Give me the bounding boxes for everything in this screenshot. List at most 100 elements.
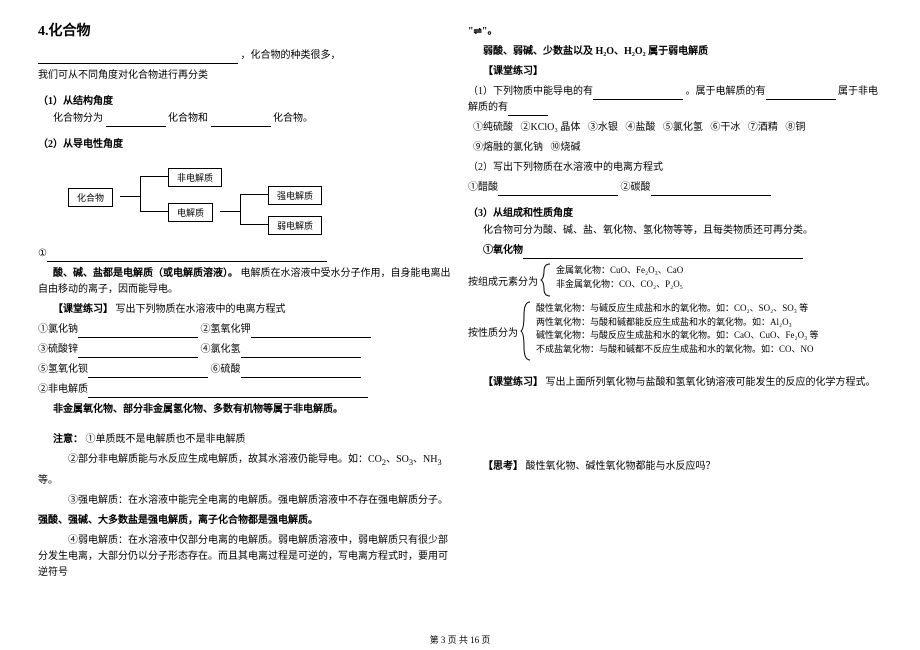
composition-classification: 按组成元素分为 金属氧化物：CuO、Fe₂O₃、CaO 非金属氧化物：CO、CO… xyxy=(468,263,882,297)
section-title: 4.化合物 xyxy=(38,20,452,40)
opt: ⑤氯化氢 xyxy=(663,122,703,133)
property-classification: 按性质分为 酸性氧化物：与碱反应生成盐和水的氧化物。如：CO₂、SO₂、SO₃ … xyxy=(468,301,882,361)
note-3b: 强酸、强碱、大多数盐是强电解质，离子化合物都是强电解质。 xyxy=(38,513,452,529)
ex-row-1: ①氯化钠 ②氢氧化钾 xyxy=(38,322,452,338)
comp-content: 金属氧化物：CuO、Fe₂O₃、CaO 非金属氧化物：CO、CO₂、P₂O₅ xyxy=(552,263,683,297)
connector xyxy=(240,194,268,195)
box-elec: 电解质 xyxy=(168,203,213,222)
connector xyxy=(120,196,140,197)
exercise-3: 【课堂练习】 写出上面所列氧化物与盐酸和氢氧化钠溶液可能发生的反应的化学方程式。 xyxy=(468,375,882,391)
blank xyxy=(88,366,208,378)
txt: （1）下列物质中能导电的有 xyxy=(468,86,593,97)
item: ①氯化钠 xyxy=(38,324,78,335)
ex-text: 写出上面所列氧化物与盐酸和氢氧化钠溶液可能发生的反应的化学方程式。 xyxy=(546,377,876,388)
intro-line: ，化合物的种类很多， xyxy=(38,48,452,64)
sub-heading-2: （2）从导电性角度 xyxy=(38,135,452,150)
item: ⑥硫酸 xyxy=(211,364,241,375)
note-2: ②部分非电解质能与水反应生成电解质，故其水溶液仍能导电。如：CO2、SO3、NH… xyxy=(38,452,452,469)
txt: 化合物和 xyxy=(168,113,208,124)
ex-label: 【课堂练习】 xyxy=(53,304,113,315)
compound-diagram: 化合物 非电解质 电解质 强电解质 弱电解质 xyxy=(68,158,452,238)
exercise-2-heading: 【课堂练习】 xyxy=(468,64,882,80)
ex-row-4: ②非电解质 xyxy=(38,382,452,398)
ex2-q2: （2）写出下列物质在水溶液中的电离方程式 xyxy=(468,160,882,176)
ex-row-2: ③硫酸锌 ④氯化氢 xyxy=(38,342,452,358)
connector xyxy=(240,224,268,225)
box-compound: 化合物 xyxy=(68,188,113,207)
sub-heading-1: （1）从结构角度 xyxy=(38,92,452,107)
note-label: 注意： xyxy=(53,434,83,445)
txt: ③强电解质：在水溶液中能完全电离的电解质。强电解质溶液中不存在强电解质分子。 xyxy=(68,495,448,506)
right-column: "⇌"。 弱酸、弱碱、少数盐以及 H₂O、H₂O₂ 属于弱电解质 【课堂练习】 … xyxy=(460,20,890,640)
prop-item: 两性氧化物：与酸和碱都能反应生成盐和水的氧化物。如：Al₂O₃ xyxy=(536,316,819,329)
item: ③硫酸锌 xyxy=(38,344,78,355)
ex-text: 写出下列物质在水溶液中的电离方程式 xyxy=(116,304,286,315)
blank xyxy=(88,386,368,398)
blank xyxy=(651,184,771,196)
ex2-q1: （1）下列物质中能导电的有 。属于电解质的有 属于非电解质的有 xyxy=(468,84,882,116)
intro-line-2: 我们可从不同角度对化合物进行再分类 xyxy=(38,68,452,84)
comp-item: 金属氧化物：CuO、Fe₂O₃、CaO xyxy=(556,264,683,277)
txt: 化合物分为 xyxy=(53,113,103,124)
circle-num: ① xyxy=(38,248,47,259)
box-weak: 弱电解质 xyxy=(268,216,322,235)
blank xyxy=(38,52,238,64)
note-1: 注意： ①单质既不是电解质也不是非电解质 xyxy=(38,432,452,448)
comp-label: 按组成元素分为 xyxy=(468,263,540,297)
prop-label: 按性质分为 xyxy=(468,301,520,361)
opt: ⑩烧碱 xyxy=(551,142,581,153)
blank xyxy=(508,104,548,116)
think-text: 酸性氧化物、碱性氧化物都能与水反应吗？ xyxy=(526,461,716,472)
connector xyxy=(140,176,168,177)
note-text: ①单质既不是电解质也不是非电解质 xyxy=(86,434,246,445)
note-3a: ③强电解质：在水溶液中能完全电离的电解质。强电解质溶液中不存在强电解质分子。 xyxy=(38,493,452,509)
item: ②非电解质 xyxy=(38,384,88,395)
blank xyxy=(251,326,371,338)
txt: 、SO xyxy=(386,454,409,465)
think-label: 【思考】 xyxy=(483,461,523,472)
reversible-arrow-note: "⇌"。 xyxy=(468,24,882,40)
ex-row-3: ⑤氢氧化钡 ⑥硫酸 xyxy=(38,362,452,378)
blank xyxy=(241,366,361,378)
blank xyxy=(47,250,327,262)
connector xyxy=(140,211,168,212)
prop-item: 碱性氧化物：与酸反应生成盐和水的氧化物。如：CaO、CuO、Fe₂O₃ 等 xyxy=(536,329,819,342)
item: ②氢氧化钾 xyxy=(201,324,251,335)
blank xyxy=(498,184,618,196)
opt: ⑧铜 xyxy=(785,122,805,133)
think-question: 【思考】 酸性氧化物、碱性氧化物都能与水反应吗？ xyxy=(468,459,882,475)
oxide-heading: ①氧化物 xyxy=(468,243,882,259)
weak-elec-note: 弱酸、弱碱、少数盐以及 H₂O、H₂O₂ 属于弱电解质 xyxy=(468,44,882,60)
non-elec-note: 非金属氧化物、部分非金属氢化物、多数有机物等属于非电解质。 xyxy=(38,402,452,418)
connector xyxy=(240,194,241,224)
opt: ②KClO₃ 晶体 xyxy=(521,122,581,133)
ex-label: 【课堂练习】 xyxy=(483,377,543,388)
curly-brace-icon xyxy=(520,301,532,361)
box-strong: 强电解质 xyxy=(268,186,322,205)
left-column: 4.化合物 ，化合物的种类很多， 我们可从不同角度对化合物进行再分类 （1）从结… xyxy=(30,20,460,640)
elec-def-line: ① xyxy=(38,246,452,262)
blank xyxy=(78,346,198,358)
txt: ②部分非电解质能与水反应生成电解质，故其水溶液仍能导电。如：CO xyxy=(68,454,382,465)
elec-def-bold: 酸、碱、盐都是电解质（或电解质溶液）。 xyxy=(53,268,238,279)
curly-brace-icon xyxy=(540,263,552,297)
opt: ④盐酸 xyxy=(625,122,655,133)
prop-content: 酸性氧化物：与碱反应生成盐和水的氧化物。如：CO₂、SO₂、SO₃ 等 两性氧化… xyxy=(532,301,819,361)
comp-item: 非金属氧化物：CO、CO₂、P₂O₅ xyxy=(556,278,683,291)
txt: 、NH xyxy=(413,454,437,465)
item: ②碳酸 xyxy=(621,182,651,193)
prop-item: 不成盐氧化物：与酸和碱都不反应生成盐和水的氧化物。如：CO、NO xyxy=(536,343,819,356)
bracket-icon xyxy=(540,263,552,297)
structure-line: 化合物分为 化合物和 化合物。 xyxy=(38,111,452,127)
txt: ①氧化物 xyxy=(483,245,523,256)
blank xyxy=(766,88,836,100)
options-row-1: ①纯硫酸 ②KClO₃ 晶体 ③水银 ④盐酸 ⑤氯化氢 ⑥干冰 ⑦酒精 ⑧铜 xyxy=(468,120,882,136)
elec-def: 酸、碱、盐都是电解质（或电解质溶液）。 电解质在水溶液中受水分子作用，自身能电离… xyxy=(38,266,452,298)
options-row-2: ⑨熔融的氯化钠 ⑩烧碱 xyxy=(468,140,882,156)
txt: 。属于电解质的有 xyxy=(686,86,766,97)
q2-items: ①醋酸 ②碳酸 xyxy=(468,180,882,196)
page-footer: 第 3 页 共 16 页 xyxy=(0,633,920,646)
note-2-tail: 等。 xyxy=(38,473,452,489)
item: ⑤氢氧化钡 xyxy=(38,364,88,375)
intro-text-1: ，化合物的种类很多， xyxy=(241,50,341,61)
